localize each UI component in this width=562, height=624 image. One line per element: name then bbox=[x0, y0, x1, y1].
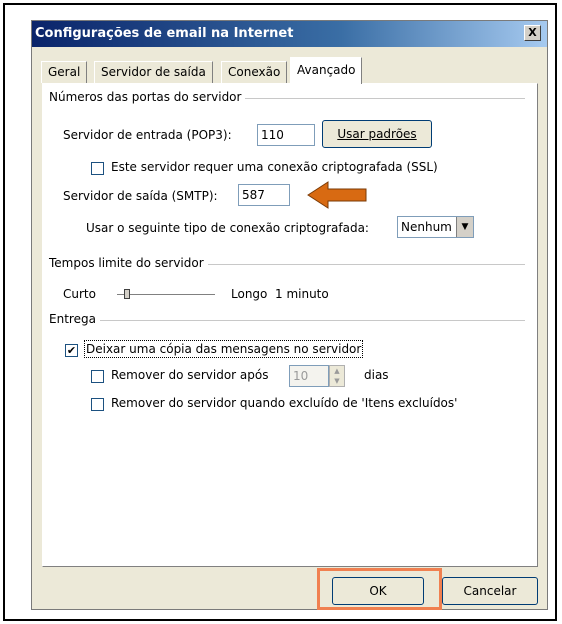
ssl-label: Este servidor requer uma conexão criptog… bbox=[111, 160, 438, 174]
leave-copy-label: Deixar uma cópia das mensagens no servid… bbox=[83, 340, 364, 358]
chevron-down-icon: ▼ bbox=[456, 217, 473, 237]
timeout-short-label: Curto bbox=[63, 287, 96, 301]
tab-conexao[interactable]: Conexão bbox=[221, 61, 288, 83]
delivery-group-divider bbox=[49, 320, 525, 321]
remove-after-days-input[interactable]: 10 bbox=[289, 365, 329, 387]
outgoing-port-input[interactable]: 587 bbox=[238, 184, 290, 206]
remove-after-checkbox[interactable] bbox=[91, 370, 104, 383]
tab-avancado[interactable]: Avançado bbox=[290, 57, 363, 84]
remove-deleted-checkbox[interactable] bbox=[91, 398, 104, 411]
delivery-group-title: Entrega bbox=[49, 312, 100, 326]
close-icon: X bbox=[528, 26, 537, 39]
use-defaults-button[interactable]: Usar padrões bbox=[322, 120, 432, 148]
settings-dialog: Configurações de email na Internet X Ger… bbox=[31, 20, 548, 610]
window-title: Configurações de email na Internet bbox=[35, 26, 294, 41]
ports-group-title: Números das portas do servidor bbox=[49, 90, 246, 104]
ssl-checkbox[interactable] bbox=[91, 162, 104, 175]
timeout-long-label: Longo bbox=[231, 287, 268, 301]
title-bar: Configurações de email na Internet X bbox=[32, 21, 547, 47]
incoming-port-label: Servidor de entrada (POP3): bbox=[63, 128, 232, 142]
spin-up-icon: ▲ bbox=[334, 367, 340, 375]
spin-down-icon: ▼ bbox=[334, 377, 340, 385]
outgoing-port-label: Servidor de saída (SMTP): bbox=[63, 189, 218, 203]
days-label: dias bbox=[364, 368, 389, 382]
use-defaults-label: Usar padrões bbox=[337, 127, 417, 141]
advanced-panel: Números das portas do servidor Servidor … bbox=[42, 83, 538, 567]
remove-deleted-label: Remover do servidor quando excluído de '… bbox=[111, 396, 458, 410]
close-button[interactable]: X bbox=[524, 25, 541, 41]
incoming-port-input[interactable]: 110 bbox=[257, 124, 315, 146]
remove-after-label: Remover do servidor após bbox=[111, 368, 269, 382]
timeout-slider-track bbox=[117, 294, 215, 296]
timeout-value: 1 minuto bbox=[275, 287, 329, 301]
cancel-button[interactable]: Cancelar bbox=[442, 577, 538, 605]
timeout-slider-thumb[interactable] bbox=[123, 289, 130, 299]
encryption-type-label: Usar o seguinte tipo de conexão criptogr… bbox=[86, 221, 369, 235]
orange-arrow-icon bbox=[307, 181, 367, 209]
cancel-label: Cancelar bbox=[463, 584, 517, 598]
tab-geral[interactable]: Geral bbox=[41, 61, 88, 83]
timeout-group-title: Tempos limite do servidor bbox=[49, 256, 208, 270]
days-spinner[interactable]: ▲ ▼ bbox=[329, 365, 345, 387]
leave-copy-checkbox[interactable]: ✔ bbox=[65, 344, 78, 357]
tab-servidor-de-saida[interactable]: Servidor de saída bbox=[94, 61, 213, 83]
ok-highlight-annotation bbox=[317, 568, 442, 610]
checkmark-icon: ✔ bbox=[66, 344, 77, 357]
encryption-type-select[interactable]: Nenhum ▼ bbox=[397, 216, 474, 238]
encryption-type-value: Nenhum bbox=[401, 220, 452, 234]
